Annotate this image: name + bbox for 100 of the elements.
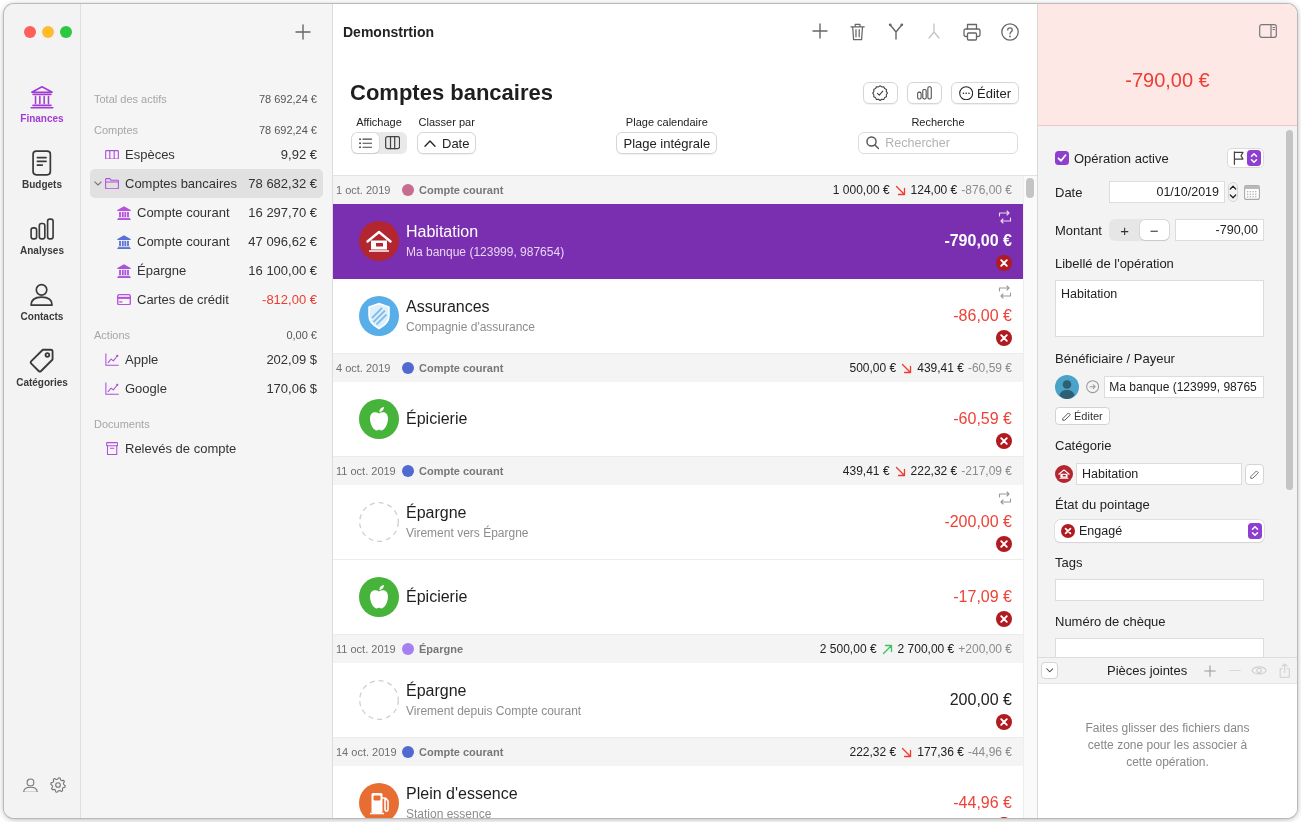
dashed-circle-icon — [359, 502, 399, 542]
account-balance: -812,00 € — [262, 292, 317, 307]
zoom-button[interactable] — [60, 26, 72, 38]
field-label: Libellé de l'opération — [1055, 256, 1174, 272]
transaction-row[interactable]: Habitation Ma banque (123999, 987654) -790,00 € — [333, 204, 1023, 279]
account-balance: 16 100,00 € — [248, 263, 317, 278]
plus-icon[interactable] — [295, 24, 311, 40]
date-label: 4 oct. 2019 — [336, 362, 391, 374]
payee-field[interactable]: Ma banque (123999, 98765 — [1104, 376, 1264, 398]
status-popup[interactable]: Engagé — [1055, 520, 1264, 542]
nav-tab[interactable]: Finances — [20, 84, 64, 125]
arrow-circle-icon[interactable] — [1086, 380, 1100, 394]
account-balance: 16 297,70 € — [248, 205, 317, 220]
dashed-circle-icon — [359, 680, 399, 720]
sidebar-item[interactable]: Espèces 9,92 € — [90, 140, 323, 169]
edit-category-button[interactable] — [1245, 463, 1264, 485]
control-label: Plage calendaire — [625, 115, 708, 129]
nav-tab[interactable]: Contacts — [20, 282, 64, 323]
chevron-down-icon[interactable] — [93, 181, 102, 186]
nav-tab[interactable]: Budgets — [22, 150, 62, 191]
transaction-amount: -86,00 € — [953, 306, 1012, 326]
sidebar-item[interactable]: Cartes de crédit -812,00 € — [90, 285, 323, 314]
total-amount: -790,00 € — [1125, 68, 1210, 92]
field-label: Tags — [1055, 555, 1083, 571]
printer-icon[interactable] — [963, 22, 981, 41]
sidebar-item[interactable]: Apple 202,09 $ — [90, 345, 323, 374]
payee-name: Virement depuis Compte courant — [406, 704, 582, 719]
sidebar-item[interactable]: Compte courant 47 096,62 € — [90, 227, 323, 256]
scrollbar-thumb[interactable] — [1286, 130, 1293, 490]
balance-change: -60,59 € — [967, 361, 1012, 375]
field-label: Catégorie — [1055, 438, 1112, 454]
fork-icon[interactable] — [888, 22, 904, 40]
drop-hint: Faites glisser des fichiers dans cette zone pour les associer à cette opération. — [1084, 720, 1251, 771]
apple-icon — [359, 399, 399, 439]
scrollbar-thumb[interactable] — [1026, 178, 1034, 198]
closing-balance: 177,36 € — [917, 745, 964, 759]
section-label: Total des actifs — [94, 93, 167, 105]
stepper-icon[interactable] — [1228, 182, 1238, 202]
plus-icon[interactable] — [812, 22, 828, 39]
category-field[interactable]: Habitation — [1076, 463, 1242, 485]
transaction-title: Épargne — [406, 681, 467, 701]
person-icon[interactable] — [23, 777, 38, 793]
sidebar-item[interactable]: Comptes bancaires 78 682,32 € — [90, 169, 323, 198]
checkbox[interactable] — [1055, 151, 1069, 165]
close-button[interactable] — [24, 26, 36, 38]
tag-icon — [29, 348, 55, 374]
account-balance: 202,09 $ — [266, 352, 317, 367]
control-label: Affichage — [356, 115, 402, 129]
plus-icon[interactable] — [1203, 664, 1216, 677]
document-icon — [32, 150, 52, 176]
payee-name: Station essence — [406, 807, 492, 818]
view-mode-control[interactable] — [351, 132, 407, 154]
sidebar-item[interactable]: Épargne 16 100,00 € — [90, 256, 323, 285]
trash-icon[interactable] — [850, 22, 866, 41]
account-balance: 78 682,32 € — [248, 176, 317, 191]
sidebar-item[interactable]: Google 170,06 $ — [90, 374, 323, 403]
pencil-icon — [1250, 469, 1259, 479]
transaction-amount: -60,59 € — [953, 409, 1012, 429]
edit-button[interactable]: Éditer — [950, 82, 1019, 104]
person-icon — [30, 283, 54, 307]
sidebar-toggle-icon[interactable] — [1259, 24, 1277, 38]
tags-field[interactable] — [1055, 579, 1264, 601]
transaction-title: Épargne — [406, 503, 467, 523]
date-field[interactable]: 01/10/2019 — [1109, 181, 1225, 203]
sort-button[interactable]: Date — [417, 132, 477, 154]
description-field[interactable]: Habitation — [1055, 280, 1264, 337]
flag-popup[interactable] — [1227, 148, 1264, 168]
view-mode-button[interactable] — [352, 133, 379, 153]
sidebar-label: Comptes bancaires — [125, 176, 237, 191]
opening-balance: 222,32 € — [849, 745, 897, 759]
house-icon — [359, 221, 399, 261]
help-icon[interactable] — [1001, 22, 1019, 41]
verify-button[interactable] — [862, 82, 898, 104]
gear-icon[interactable] — [49, 777, 66, 793]
chart-button[interactable] — [906, 82, 942, 104]
sign-button[interactable]: − — [1139, 220, 1169, 240]
date-range-button[interactable]: Plage intégrale — [616, 132, 718, 154]
sign-button[interactable]: + — [1110, 220, 1140, 240]
sign-control[interactable]: + − — [1109, 219, 1170, 241]
folder-icon — [105, 177, 119, 190]
collapse-button[interactable] — [1041, 662, 1058, 679]
account-balance: 9,92 € — [280, 147, 317, 162]
nav-tab[interactable]: Catégories — [16, 348, 68, 389]
payee-name: Virement vers Épargne — [406, 526, 529, 541]
calendar-icon[interactable] — [1244, 184, 1260, 200]
badge-check-icon — [872, 84, 889, 102]
edit-payee-button[interactable]: Éditer — [1055, 407, 1110, 425]
popup-arrows-icon — [1248, 523, 1262, 539]
opening-balance: 1 000,00 € — [832, 183, 890, 197]
columns-icon — [384, 136, 401, 150]
sidebar-label: Google — [125, 381, 167, 396]
sidebar-item[interactable]: Relevés de compte — [90, 434, 323, 463]
nav-tab[interactable]: Analyses — [20, 216, 64, 257]
checkbox-label: Opération active — [1074, 150, 1169, 166]
account-balance: 47 096,62 € — [248, 234, 317, 249]
check-number-field[interactable] — [1055, 638, 1264, 657]
sidebar-item[interactable]: Compte courant 16 297,70 € — [90, 198, 323, 227]
opening-balance: 2 500,00 € — [819, 642, 877, 656]
payee-name: Compagnie d'assurance — [406, 320, 536, 335]
amount-field[interactable]: -790,00 — [1175, 219, 1264, 241]
